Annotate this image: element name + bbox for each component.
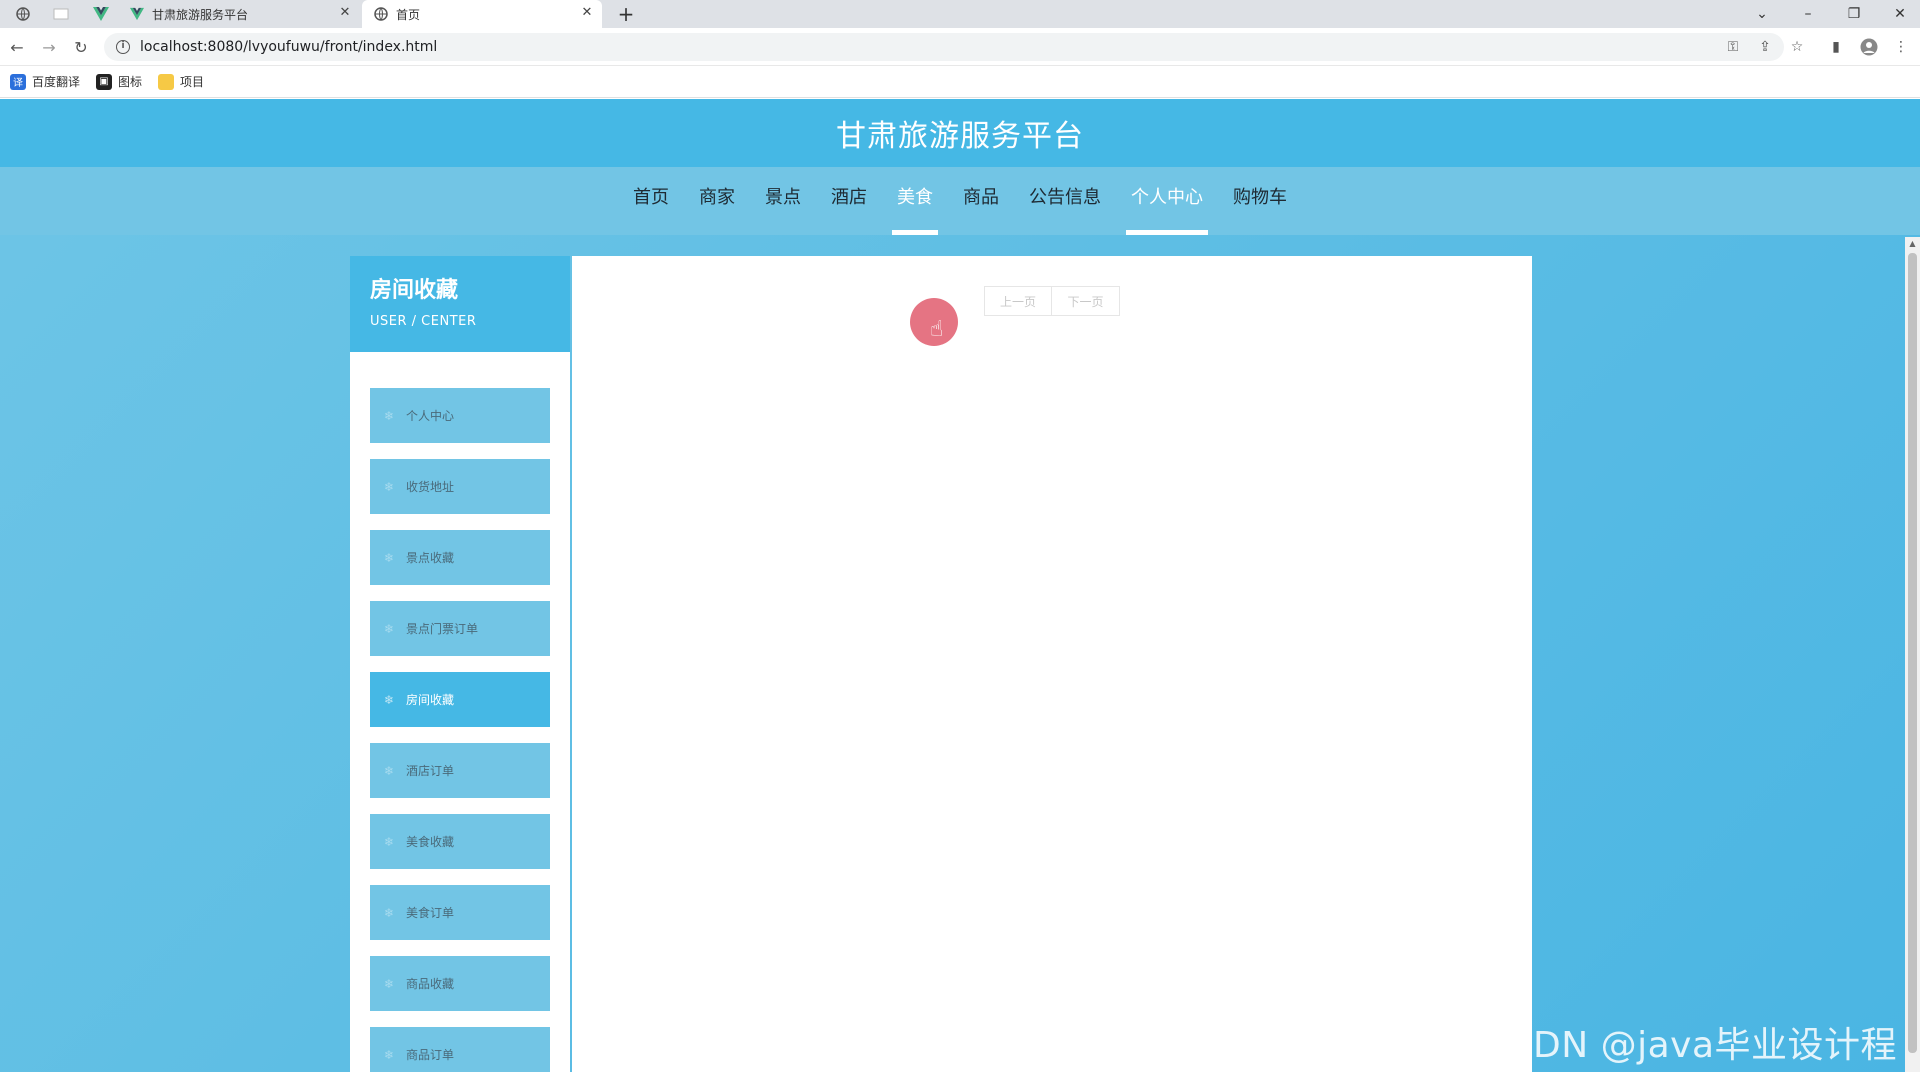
bookmarks-bar: 译 百度翻译 ▣ 图标 项目 [0, 66, 1920, 98]
nav-user-center[interactable]: 个人中心 [1116, 167, 1218, 235]
profile-icon[interactable] [1860, 38, 1878, 56]
pagination: 上一页 下一页 [984, 286, 1120, 316]
sidebar-item-room-favorites[interactable]: ❄ 房间收藏 [370, 672, 550, 727]
bookmark-icons[interactable]: ▣ 图标 [96, 73, 142, 90]
sidebar-item-product-favorites[interactable]: ❄ 商品收藏 [370, 956, 550, 1011]
tab-platform[interactable]: 甘肃旅游服务平台 ✕ [130, 0, 360, 28]
forward-button[interactable]: → [38, 36, 60, 58]
sidebar-item-hotel-orders[interactable]: ❄ 酒店订单 [370, 743, 550, 798]
sidebar-item-spot-favorites[interactable]: ❄ 景点收藏 [370, 530, 550, 585]
restore-button[interactable]: ❐ [1834, 0, 1874, 28]
back-button[interactable]: ← [6, 36, 28, 58]
nav-food[interactable]: 美食 [882, 167, 948, 235]
nav-home[interactable]: 首页 [618, 167, 684, 235]
snowflake-icon: ❄ [384, 905, 395, 920]
snowflake-icon: ❄ [384, 692, 395, 707]
sidebar-item-product-orders[interactable]: ❄ 商品订单 [370, 1027, 550, 1072]
bookmark-translate[interactable]: 译 百度翻译 [10, 73, 80, 90]
side-panel-icon[interactable]: ▮ [1827, 38, 1845, 56]
user-sidebar: 房间收藏 USER / CENTER ❄ 个人中心 ❄ 收货地址 ❄ 景点收藏 ❄ 景点… [350, 256, 570, 1072]
globe-icon [374, 7, 388, 21]
watermark: CSDN @java毕业设计程序 [1484, 1025, 1898, 1066]
snowflake-icon: ❄ [384, 976, 395, 991]
content-panel: 上一页 下一页 [572, 256, 1532, 1072]
nav-announcements[interactable]: 公告信息 [1014, 167, 1116, 235]
sidebar-item-ticket-orders[interactable]: ❄ 景点门票订单 [370, 601, 550, 656]
nav-scenic-spots[interactable]: 景点 [750, 167, 816, 235]
nav-merchants[interactable]: 商家 [684, 167, 750, 235]
folder-icon [158, 73, 175, 90]
star-icon[interactable]: ☆ [1788, 38, 1806, 56]
close-window-button[interactable]: ✕ [1880, 0, 1920, 28]
snowflake-icon: ❄ [384, 834, 395, 849]
snowflake-icon: ❄ [384, 621, 395, 636]
sidebar-item-food-orders[interactable]: ❄ 美食订单 [370, 885, 550, 940]
sidebar-item-food-favorites[interactable]: ❄ 美食收藏 [370, 814, 550, 869]
site-title: 甘肃旅游服务平台 [836, 119, 1084, 154]
page-scrollbar[interactable]: ▲ [1905, 237, 1920, 1072]
vue-logo-icon[interactable] [86, 4, 116, 24]
share-icon[interactable]: ⇪ [1756, 38, 1774, 56]
sidebar-menu: ❄ 个人中心 ❄ 收货地址 ❄ 景点收藏 ❄ 景点门票订单 ❄ 房间收藏 ❄ 酒店订单 ❄ 美… [350, 352, 570, 1072]
browser-tab-bar: 甘肃旅游服务平台 ✕ 首页 ✕ + ⌄ – ❐ ✕ [0, 0, 1920, 28]
sidebar-title: 房间收藏 [370, 278, 459, 303]
reload-button[interactable]: ↻ [70, 36, 92, 58]
translate-icon: 译 [10, 73, 26, 90]
url-field[interactable]: i localhost:8080/lvyoufuwu/front/index.h… [104, 33, 1784, 61]
page-body: 甘肃旅游服务平台 首页 商家 景点 酒店 美食 商品 公告信息 个人中心 购物车… [0, 99, 1920, 1072]
main-nav: 首页 商家 景点 酒店 美食 商品 公告信息 个人中心 购物车 [0, 167, 1920, 235]
hand-cursor-icon: ☝ [930, 317, 944, 342]
nav-products[interactable]: 商品 [948, 167, 1014, 235]
close-icon[interactable]: ✕ [580, 6, 594, 20]
tab-home[interactable]: 首页 ✕ [362, 0, 602, 28]
next-page-button[interactable]: 下一页 [1052, 286, 1120, 316]
info-icon[interactable]: i [116, 40, 130, 54]
nav-hotels[interactable]: 酒店 [816, 167, 882, 235]
scroll-thumb[interactable] [1908, 253, 1917, 1053]
globe-icon[interactable] [8, 4, 38, 24]
scroll-up-icon[interactable]: ▲ [1905, 237, 1920, 251]
image-icon: ▣ [96, 73, 113, 90]
prev-page-button[interactable]: 上一页 [984, 286, 1052, 316]
sidebar-header: 房间收藏 USER / CENTER [350, 256, 570, 352]
snowflake-icon: ❄ [384, 408, 395, 423]
bookmark-project[interactable]: 项目 [158, 73, 204, 90]
tab-title: 首页 [396, 7, 421, 22]
close-icon[interactable]: ✕ [338, 6, 352, 20]
snowflake-icon: ❄ [384, 479, 395, 494]
menu-icon[interactable]: ⋮ [1892, 38, 1910, 56]
key-icon[interactable]: ⚿ [1724, 38, 1742, 56]
blank-page-icon[interactable] [46, 4, 76, 24]
new-tab-button[interactable]: + [606, 0, 646, 28]
nav-cart[interactable]: 购物车 [1218, 167, 1302, 235]
sidebar-item-user-center[interactable]: ❄ 个人中心 [370, 388, 550, 443]
snowflake-icon: ❄ [384, 550, 395, 565]
minimize-button[interactable]: – [1788, 0, 1828, 28]
snowflake-icon: ❄ [384, 763, 395, 778]
chevron-down-icon[interactable]: ⌄ [1742, 0, 1782, 28]
sidebar-subtitle: USER / CENTER [370, 314, 477, 329]
tab-title: 甘肃旅游服务平台 [152, 7, 249, 22]
site-header: 甘肃旅游服务平台 [0, 99, 1920, 167]
sidebar-item-address[interactable]: ❄ 收货地址 [370, 459, 550, 514]
url-text: localhost:8080/lvyoufuwu/front/index.htm… [140, 39, 438, 55]
snowflake-icon: ❄ [384, 1047, 395, 1062]
vue-logo-icon [130, 7, 144, 21]
address-bar: ← → ↻ i localhost:8080/lvyoufuwu/front/i… [0, 28, 1920, 66]
